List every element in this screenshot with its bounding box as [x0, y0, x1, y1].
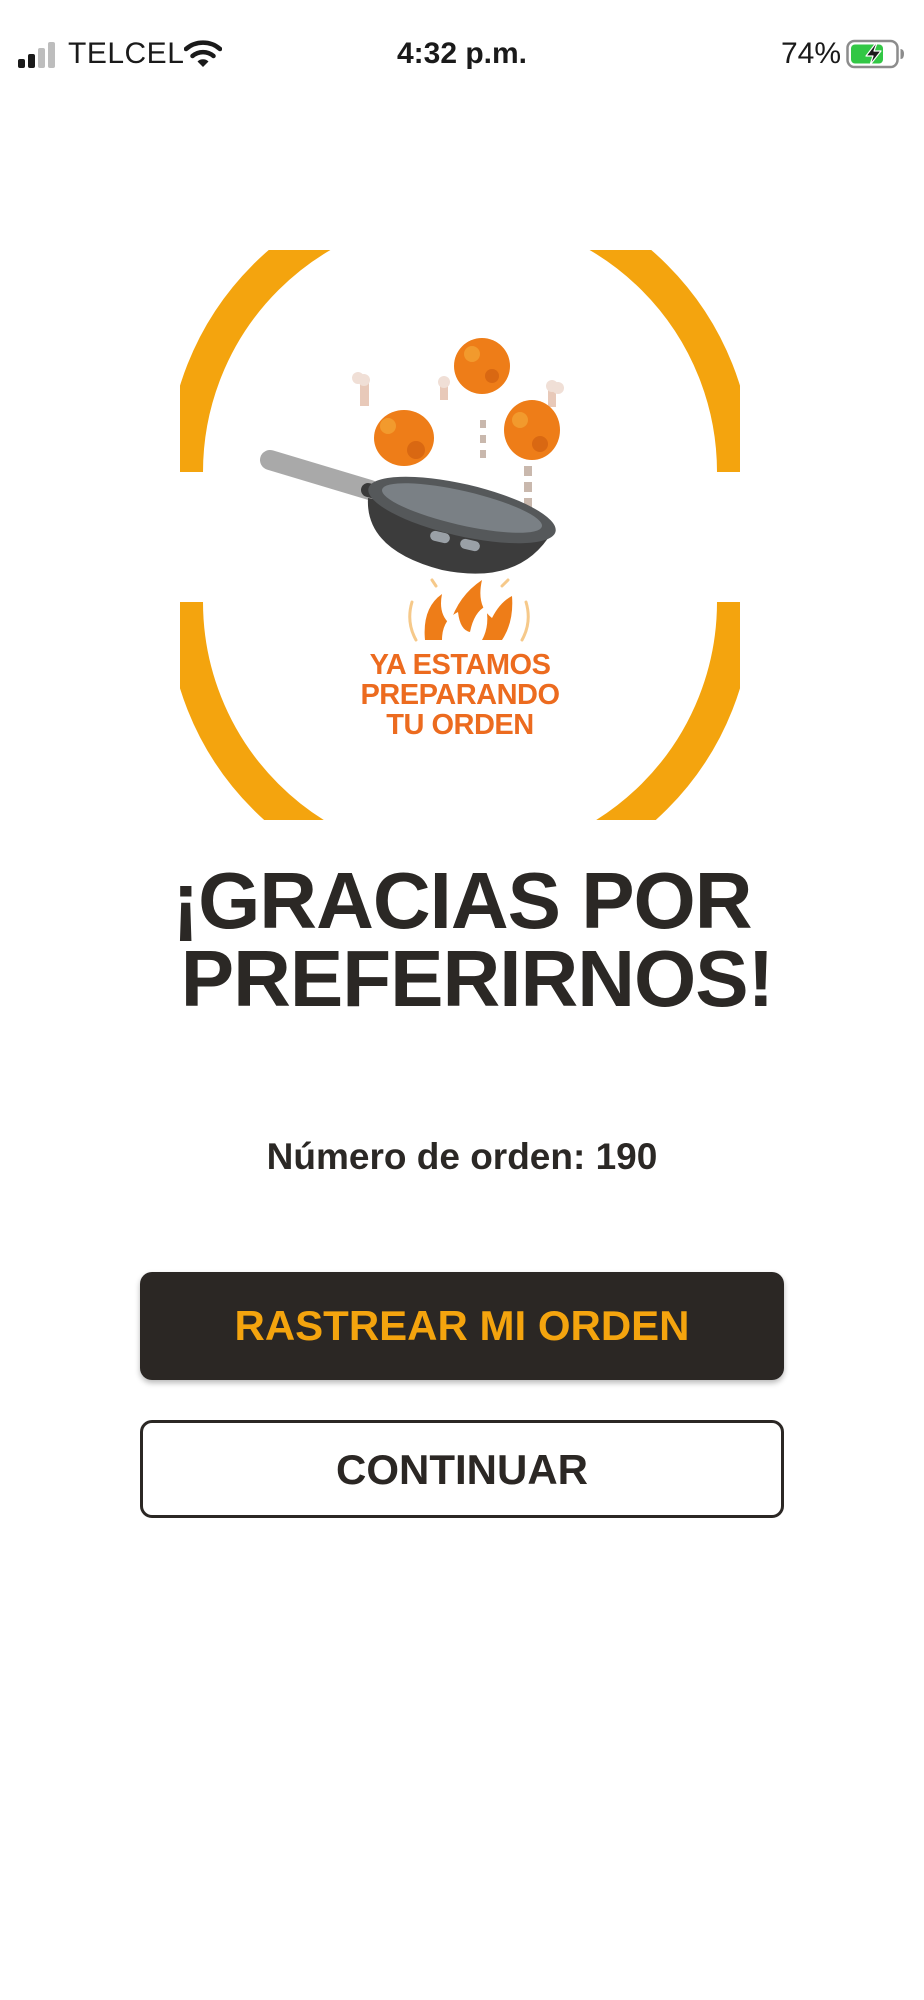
badge-line: TU ORDEN: [386, 709, 534, 741]
headline-line: PREFERIRNOS!: [180, 934, 775, 1023]
continue-button[interactable]: CONTINUAR: [140, 1420, 784, 1518]
battery-charging-icon: [846, 39, 904, 69]
order-number: Número de orden: 190: [266, 1136, 658, 1177]
preparing-order-label: YA ESTAMOS PREPARANDO TU ORDEN: [180, 650, 740, 740]
badge-line: PREPARANDO: [360, 679, 560, 711]
headline-line: ¡GRACIAS POR: [172, 856, 752, 945]
badge-line: YA ESTAMOS: [369, 649, 551, 681]
chicken-icon: [352, 338, 564, 466]
battery-percent: 74%: [780, 37, 841, 70]
track-order-button[interactable]: RASTREAR MI ORDEN: [140, 1272, 784, 1380]
fire-icon: [408, 578, 530, 642]
thank-you-headline: ¡GRACIAS POR PREFERIRNOS!: [0, 856, 924, 1023]
order-preparing-illustration: YA ESTAMOS PREPARANDO TU ORDEN: [167, 179, 753, 895]
status-bar: TELCEL 4:32 p.m. 74%: [0, 0, 924, 110]
